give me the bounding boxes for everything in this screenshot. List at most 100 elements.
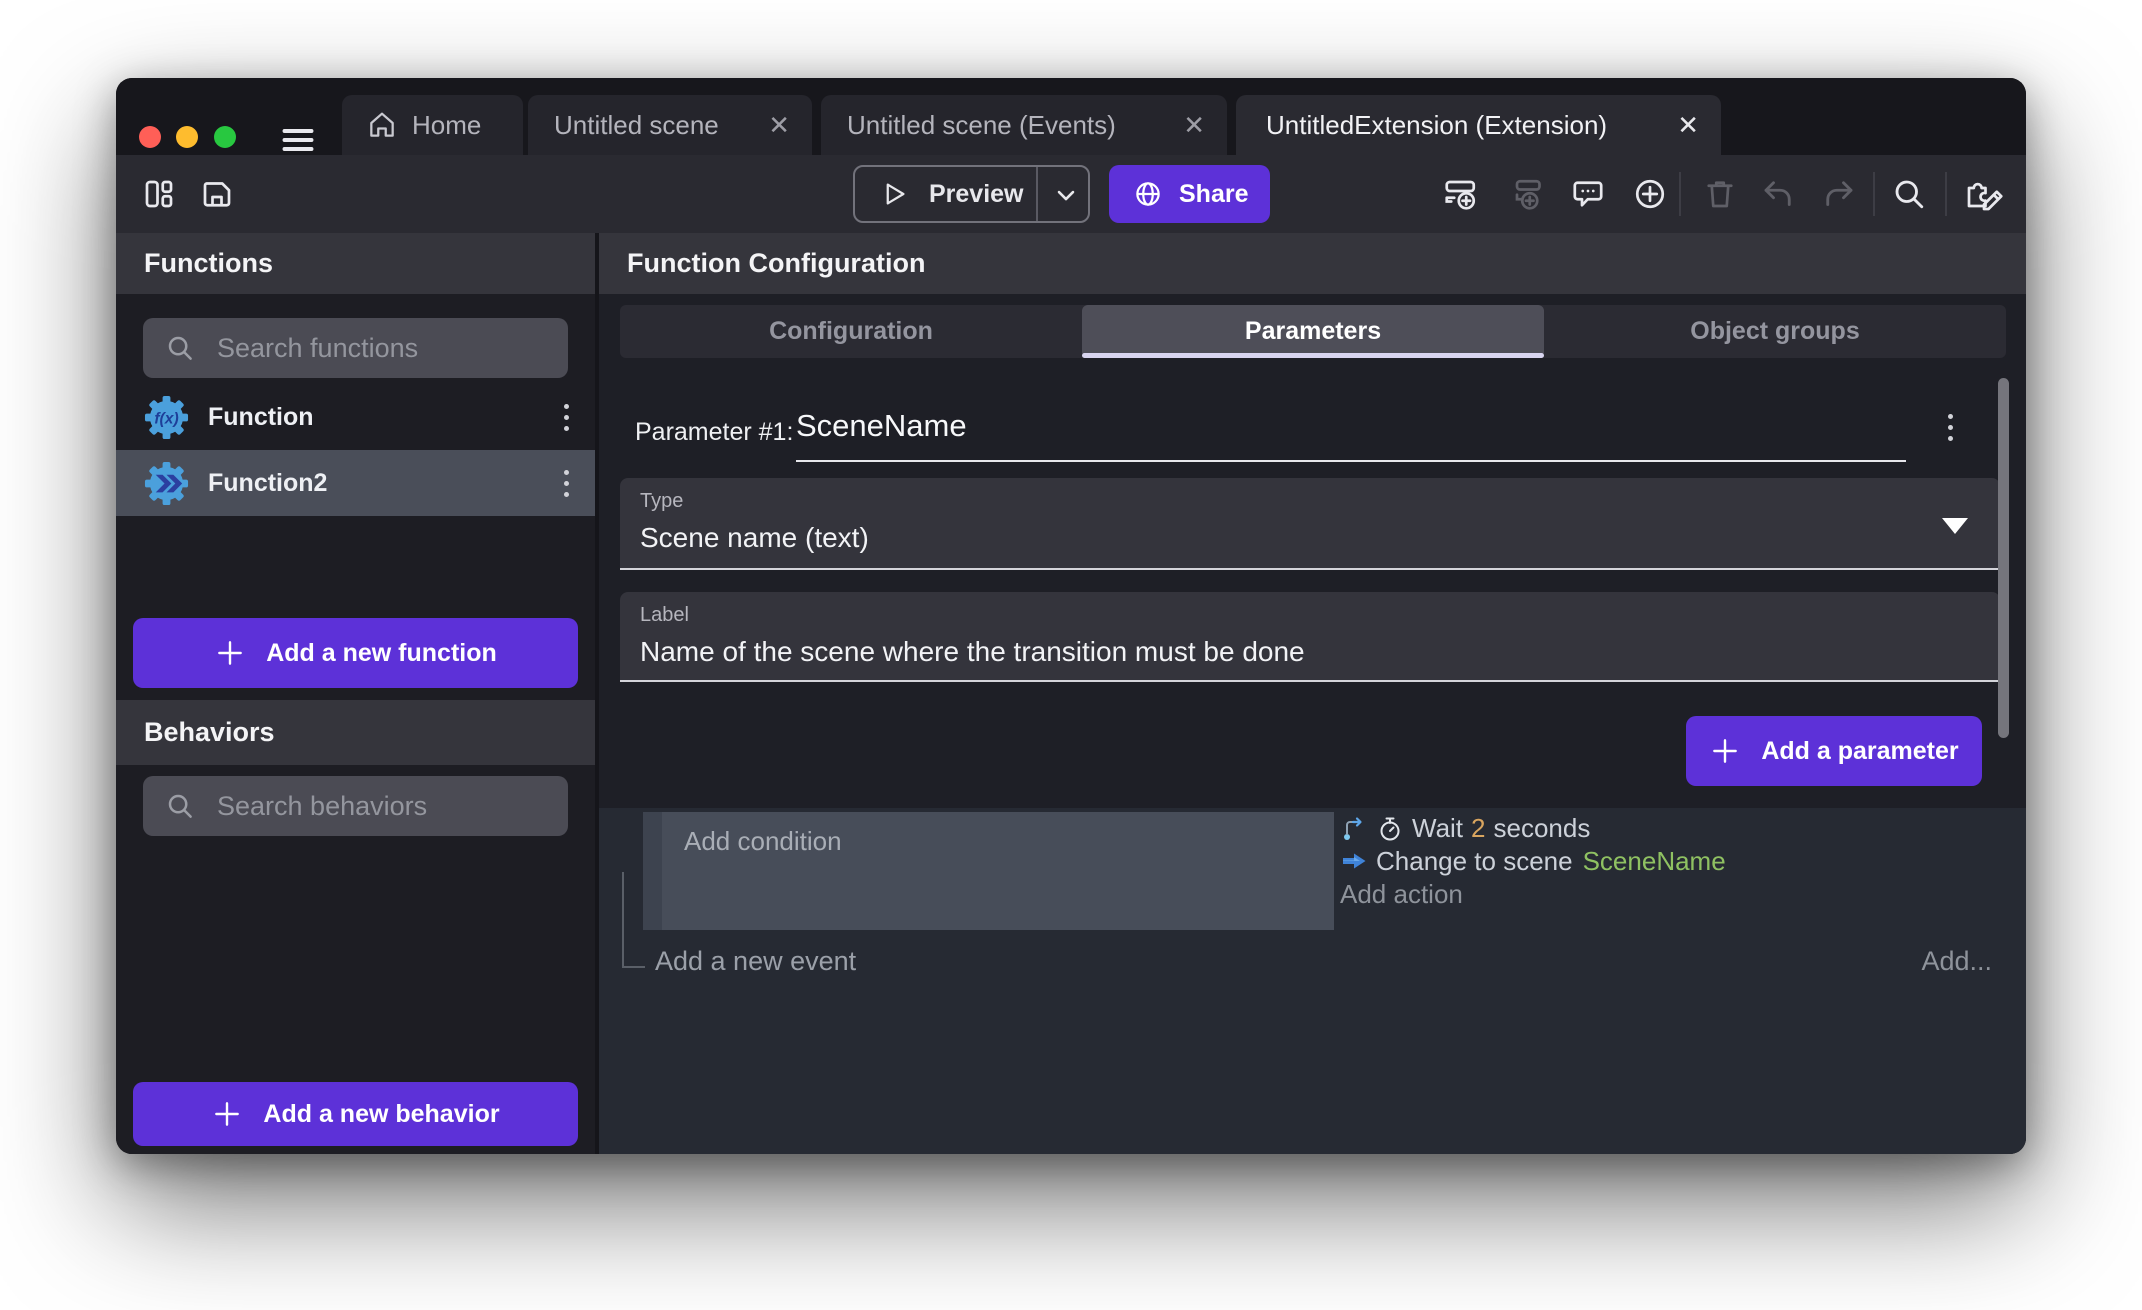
event-drag-handle[interactable] — [643, 812, 662, 930]
search-functions-input[interactable] — [143, 318, 568, 378]
layout-columns-icon[interactable] — [141, 176, 177, 212]
close-tab-icon[interactable]: ✕ — [1183, 110, 1205, 141]
save-icon[interactable] — [199, 176, 235, 212]
parameter-kebab-menu-icon[interactable] — [1948, 414, 1953, 441]
async-icon — [1340, 815, 1368, 843]
menu-icon[interactable] — [276, 122, 320, 158]
tab-object-groups[interactable]: Object groups — [1544, 305, 2006, 358]
configuration-tab-bar: Configuration Parameters Object groups — [620, 305, 2006, 358]
divider — [1036, 167, 1038, 221]
search-behaviors-input[interactable] — [143, 776, 568, 836]
function-item-label: Function — [208, 403, 314, 432]
add-action-label: Add action — [1340, 878, 1463, 911]
add-subevent-icon[interactable] — [1508, 176, 1544, 212]
globe-icon — [1133, 179, 1163, 209]
change-scene-arrow-icon — [1340, 848, 1368, 876]
tab-label: Untitled scene — [554, 110, 719, 141]
zoom-window-button[interactable] — [214, 126, 236, 148]
function-chevrons-gear-icon — [143, 460, 190, 507]
add-new-function-label: Add a new function — [266, 639, 497, 668]
function-item-label: Function2 — [208, 469, 327, 498]
type-select[interactable]: Type Scene name (text) — [620, 478, 2000, 570]
add-action-button[interactable]: Add action — [1340, 878, 1726, 911]
add-event-icon[interactable] — [1443, 176, 1479, 212]
function-configuration-panel: Function Configuration Configuration Par… — [599, 233, 2026, 1154]
tab-configuration[interactable]: Configuration — [620, 305, 1082, 358]
kebab-menu-icon[interactable] — [564, 404, 569, 431]
parameter-name-underline — [796, 460, 1906, 462]
tab-untitled-scene[interactable]: Untitled scene ✕ — [528, 95, 812, 155]
search-icon[interactable] — [1891, 176, 1927, 212]
wait-value: 2 — [1471, 812, 1485, 845]
label-field-label: Label — [640, 604, 689, 627]
plus-icon — [211, 1098, 243, 1130]
parameter-name-field[interactable]: SceneName — [796, 408, 967, 444]
app-window: Home Untitled scene ✕ Untitled scene (Ev… — [116, 78, 2026, 1154]
divider — [1873, 172, 1875, 216]
wait-text: Wait — [1412, 812, 1463, 845]
wait-action-row[interactable]: Wait 2 seconds — [1340, 812, 1726, 845]
share-label: Share — [1179, 180, 1248, 209]
panel-title: Function Configuration — [599, 233, 2026, 294]
undo-icon[interactable] — [1760, 176, 1796, 212]
tab-parameters[interactable]: Parameters — [1082, 305, 1544, 358]
close-window-button[interactable] — [139, 126, 161, 148]
add-parameter-button[interactable]: Add a parameter — [1686, 716, 1982, 786]
add-circle-icon[interactable] — [1632, 176, 1668, 212]
close-tab-icon[interactable]: ✕ — [1677, 110, 1699, 141]
comment-icon[interactable] — [1570, 176, 1606, 212]
scene-name-param: SceneName — [1583, 845, 1726, 878]
wait-suffix: seconds — [1494, 812, 1591, 845]
add-more-button[interactable]: Add... — [1921, 946, 1992, 977]
label-field-value: Name of the scene where the transition m… — [640, 636, 1305, 668]
close-tab-icon[interactable]: ✕ — [768, 110, 790, 141]
tab-label: Object groups — [1690, 317, 1859, 346]
minimize-window-button[interactable] — [176, 126, 198, 148]
add-condition-area[interactable]: Add condition — [662, 812, 1334, 930]
divider — [1945, 172, 1947, 216]
function-list-item[interactable]: f(x) Function — [116, 385, 595, 450]
active-tab-underline — [1082, 353, 1544, 358]
home-icon — [366, 109, 398, 141]
chevron-down-icon[interactable] — [1052, 181, 1080, 209]
tab-untitled-scene-events[interactable]: Untitled scene (Events) ✕ — [821, 95, 1227, 155]
event-actions: Wait 2 seconds Change to scene SceneName — [1340, 812, 1726, 911]
plus-icon — [214, 637, 246, 669]
window-body: Functions f(x) Function — [116, 233, 2026, 1154]
plus-icon — [1709, 735, 1741, 767]
add-new-behavior-button[interactable]: Add a new behavior — [133, 1082, 578, 1146]
share-button[interactable]: Share — [1109, 165, 1270, 223]
tab-label: UntitledExtension (Extension) — [1266, 110, 1607, 141]
tab-untitled-extension[interactable]: UntitledExtension (Extension) ✕ — [1236, 95, 1721, 155]
change-scene-action-row[interactable]: Change to scene SceneName — [1340, 845, 1726, 878]
search-functions-field[interactable] — [217, 333, 571, 364]
stopwatch-icon — [1376, 815, 1404, 843]
add-condition-label: Add condition — [684, 826, 842, 856]
parameter-row: Parameter #1: SceneName — [635, 404, 1995, 460]
type-field-label: Type — [640, 490, 683, 513]
preview-label: Preview — [929, 180, 1024, 209]
events-sheet: Add condition Wait 2 seconds — [599, 808, 2026, 1154]
preview-button[interactable]: Preview — [853, 165, 1090, 223]
trash-icon[interactable] — [1702, 176, 1738, 212]
search-behaviors-field[interactable] — [217, 791, 571, 822]
add-new-event-button[interactable]: Add a new event — [655, 946, 856, 977]
add-parameter-label: Add a parameter — [1761, 737, 1958, 766]
tab-label: Untitled scene (Events) — [847, 110, 1116, 141]
redo-icon[interactable] — [1821, 176, 1857, 212]
add-new-function-button[interactable]: Add a new function — [133, 618, 578, 688]
toolbar: Preview Share — [116, 155, 2026, 233]
label-input[interactable]: Label Name of the scene where the transi… — [620, 592, 2000, 682]
desktop-background: Home Untitled scene ✕ Untitled scene (Ev… — [0, 0, 2142, 1310]
dropdown-caret-icon — [1942, 518, 1968, 534]
tab-home[interactable]: Home — [342, 95, 523, 155]
search-icon — [165, 791, 195, 821]
scrollbar-thumb[interactable] — [1998, 378, 2009, 738]
tab-label: Parameters — [1245, 317, 1381, 346]
add-new-behavior-label: Add a new behavior — [263, 1100, 499, 1129]
kebab-menu-icon[interactable] — [564, 470, 569, 497]
function-list-item-selected[interactable]: Function2 — [116, 450, 595, 516]
title-bar: Home Untitled scene ✕ Untitled scene (Ev… — [116, 78, 2026, 155]
extension-edit-icon[interactable] — [1963, 176, 2005, 212]
type-field-value: Scene name (text) — [640, 522, 869, 554]
